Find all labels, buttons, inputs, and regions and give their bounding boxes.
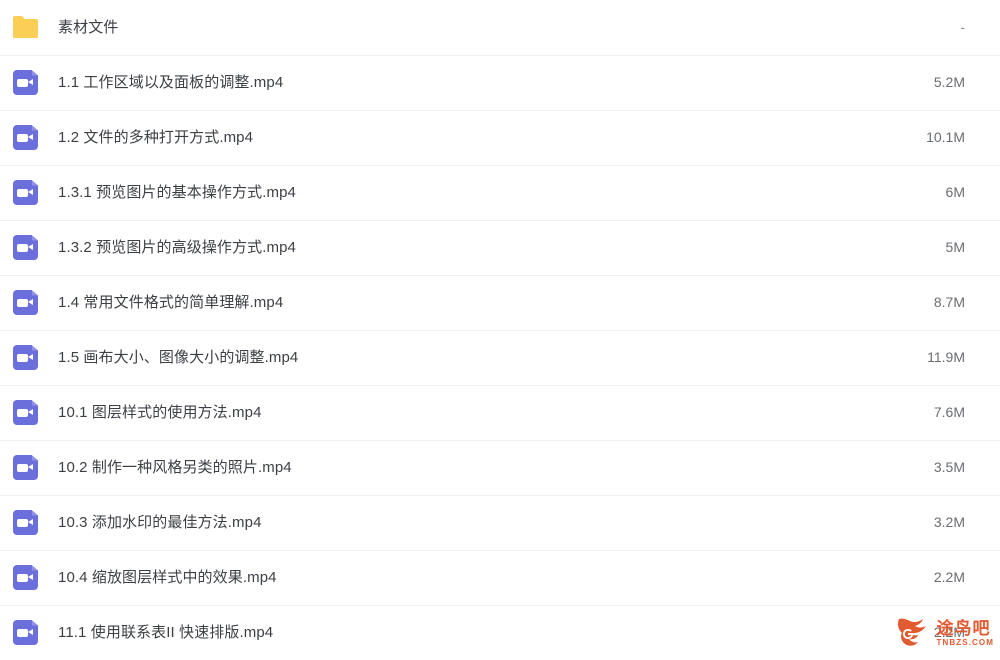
video-file-icon: [13, 290, 38, 315]
file-size: 10.1M: [926, 129, 965, 146]
video-file-icon: [13, 180, 38, 205]
file-name[interactable]: 10.1 图层样式的使用方法.mp4: [58, 404, 905, 422]
file-size: 2.2M: [933, 624, 965, 641]
video-file-icon: [13, 345, 38, 370]
file-name[interactable]: 10.3 添加水印的最佳方法.mp4: [58, 514, 905, 532]
file-name[interactable]: 10.4 缩放图层样式中的效果.mp4: [58, 569, 905, 587]
file-size: 5.2M: [933, 74, 965, 91]
video-file-icon: [13, 565, 38, 590]
video-file-icon: [13, 400, 38, 425]
video-file-icon: [13, 70, 38, 95]
video-file-icon: [13, 235, 38, 260]
file-row[interactable]: 1.4 常用文件格式的简单理解.mp4 8.7M: [0, 275, 1000, 330]
file-size: 3.2M: [933, 514, 965, 531]
file-size: -: [960, 19, 965, 36]
video-file-icon: [13, 125, 38, 150]
file-size: 11.9M: [927, 349, 965, 366]
file-row[interactable]: 10.1 图层样式的使用方法.mp4 7.6M: [0, 385, 1000, 440]
video-file-icon: [13, 455, 38, 480]
video-file-icon: [13, 510, 38, 535]
file-row[interactable]: 11.1 使用联系表II 快速排版.mp4 2.2M: [0, 605, 1000, 660]
file-row[interactable]: 10.4 缩放图层样式中的效果.mp4 2.2M: [0, 550, 1000, 605]
file-row[interactable]: 10.3 添加水印的最佳方法.mp4 3.2M: [0, 495, 1000, 550]
file-row[interactable]: 素材文件 -: [0, 0, 1000, 55]
file-size: 8.7M: [933, 294, 965, 311]
file-row[interactable]: 1.5 画布大小、图像大小的调整.mp4 11.9M: [0, 330, 1000, 385]
file-row[interactable]: 1.2 文件的多种打开方式.mp4 10.1M: [0, 110, 1000, 165]
file-row[interactable]: 1.3.2 预览图片的高级操作方式.mp4 5M: [0, 220, 1000, 275]
file-size: 7.6M: [933, 404, 965, 421]
file-name[interactable]: 10.2 制作一种风格另类的照片.mp4: [58, 459, 905, 477]
file-row[interactable]: 10.2 制作一种风格另类的照片.mp4 3.5M: [0, 440, 1000, 495]
file-size: 2.2M: [933, 569, 965, 586]
file-size: 3.5M: [933, 459, 965, 476]
file-name[interactable]: 1.3.1 预览图片的基本操作方式.mp4: [58, 184, 905, 202]
file-size: 5M: [945, 239, 965, 256]
file-name[interactable]: 素材文件: [58, 19, 905, 37]
file-name[interactable]: 11.1 使用联系表II 快速排版.mp4: [58, 624, 905, 642]
file-name[interactable]: 1.3.2 预览图片的高级操作方式.mp4: [58, 239, 905, 257]
file-size: 6M: [945, 184, 965, 201]
file-row[interactable]: 1.1 工作区域以及面板的调整.mp4 5.2M: [0, 55, 1000, 110]
file-name[interactable]: 1.5 画布大小、图像大小的调整.mp4: [58, 349, 905, 367]
file-row[interactable]: 1.3.1 预览图片的基本操作方式.mp4 6M: [0, 165, 1000, 220]
file-name[interactable]: 1.4 常用文件格式的简单理解.mp4: [58, 294, 905, 312]
folder-icon: [13, 15, 38, 40]
file-name[interactable]: 1.2 文件的多种打开方式.mp4: [58, 129, 905, 147]
video-file-icon: [13, 620, 38, 645]
file-list: 素材文件 - 1.1 工作区域以及面板的调整.mp4 5.2M 1.2 文件的多种打开方…: [0, 0, 1000, 660]
file-name[interactable]: 1.1 工作区域以及面板的调整.mp4: [58, 74, 905, 92]
